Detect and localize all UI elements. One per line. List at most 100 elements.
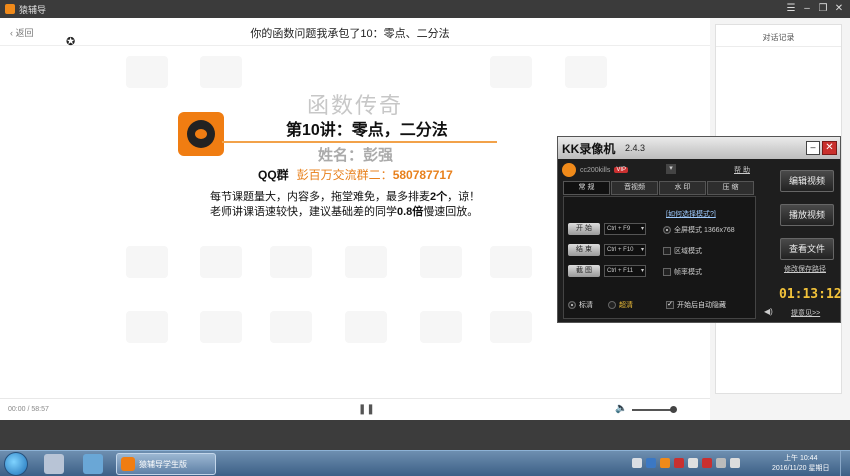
clock-date: 2016/11/20 星期日 — [772, 465, 830, 472]
kk-close-icon[interactable]: ✕ — [822, 141, 837, 155]
start-record-button[interactable]: 开 始 — [568, 223, 600, 235]
kk-username: cc200kills — [580, 166, 611, 174]
app-window: 猿辅导 ☰ – ❐ ✕ ‹ 返回 你的函数问题我承包了10：零点、二分法 ✪ 函… — [0, 0, 850, 476]
snapshot-row: 截 图 Ctrl + F11 — [568, 265, 646, 277]
watermark-icon — [565, 56, 607, 88]
chat-panel-title: 对话记录 — [716, 25, 841, 47]
system-tray — [632, 458, 740, 468]
edit-video-button[interactable]: 编辑视频 — [780, 170, 834, 192]
note-line-2: 老师讲课语速较快，建议基础差的同学0.8倍慢速回放。 — [210, 206, 479, 218]
start-hotkey-select[interactable]: Ctrl + F9 — [604, 223, 646, 235]
shield-icon[interactable] — [646, 458, 656, 468]
snapshot-button[interactable]: 截 图 — [568, 265, 600, 277]
watermark-icon — [490, 56, 532, 88]
quality-standard-label: 标清 — [579, 302, 593, 309]
taskbar-app-button[interactable]: 猿辅导学生版 — [116, 453, 216, 475]
mode-region-option[interactable]: 区域模式 — [663, 246, 702, 256]
watermark-icon — [200, 56, 242, 88]
watermark-icon — [270, 246, 312, 278]
show-desktop-button[interactable] — [840, 451, 850, 476]
window-controls: ☰ – ❐ ✕ — [784, 2, 850, 16]
volume-tray-icon[interactable] — [730, 458, 740, 468]
mode-region-checkbox[interactable] — [663, 247, 671, 255]
volume-knob[interactable] — [670, 406, 677, 413]
qq-number: 580787717 — [392, 168, 453, 182]
mode-full-option[interactable]: 全屏模式 1366x768 — [663, 225, 735, 235]
auto-hide-label: 开始后自动隐藏 — [677, 302, 726, 309]
menu-icon[interactable]: ☰ — [784, 2, 798, 16]
side-footer — [710, 398, 850, 420]
stop-row: 结 束 Ctrl + F10 — [568, 244, 646, 256]
kk-user[interactable]: cc200kills VIP — [562, 163, 629, 177]
alert-icon[interactable] — [674, 458, 684, 468]
mode-help-link[interactable]: [如何选择模式?] — [666, 209, 716, 219]
title-divider — [222, 141, 497, 143]
restore-icon[interactable]: ❐ — [816, 2, 830, 16]
watermark-icon — [345, 311, 387, 343]
taskbar-app-label: 猿辅导学生版 — [139, 459, 187, 469]
mode-frame-checkbox[interactable] — [663, 268, 671, 276]
volume-slider[interactable] — [632, 409, 674, 411]
lesson-header: ‹ 返回 你的函数问题我承包了10：零点、二分法 — [0, 18, 710, 46]
bottom-band — [0, 420, 850, 450]
kk-tray-icon[interactable] — [702, 458, 712, 468]
kk-help-link[interactable]: 帮 助 — [734, 165, 750, 175]
watermark-icon — [126, 246, 168, 278]
avatar — [562, 163, 576, 177]
tab-watermark[interactable]: 水 印 — [659, 181, 706, 195]
watermark-icon — [200, 246, 242, 278]
tab-compress[interactable]: 压 缩 — [707, 181, 754, 195]
mode-frame-option[interactable]: 帧率模式 — [663, 267, 702, 277]
volume-icon[interactable]: 🔈 — [615, 403, 627, 414]
quality-standard-option[interactable]: 标清 — [568, 300, 593, 310]
view-files-button[interactable]: 查看文件 — [780, 238, 834, 260]
lesson-title: 你的函数问题我承包了10：零点、二分法 — [250, 28, 450, 40]
explorer-icon[interactable] — [83, 454, 103, 474]
snapshot-hotkey-select[interactable]: Ctrl + F11 — [604, 265, 646, 277]
kk-titlebar[interactable]: KK录像机 2.4.3 – ✕ — [558, 137, 840, 159]
paint-icon[interactable] — [44, 454, 64, 474]
language-icon[interactable] — [632, 458, 642, 468]
quality-hd-radio[interactable] — [608, 301, 616, 309]
watermark-icon — [345, 246, 387, 278]
play-video-button[interactable]: 播放视频 — [780, 204, 834, 226]
kk-tabs: 常 规 音视频 水 印 压 缩 — [563, 181, 755, 195]
quality-hd-label: 超清 — [619, 302, 633, 309]
minimize-icon[interactable]: – — [800, 2, 814, 16]
qq-group-name: 彭百万交流群二： — [296, 168, 393, 182]
mode-region-label: 区域模式 — [674, 248, 702, 255]
chevron-down-icon[interactable]: ▾ — [666, 164, 676, 174]
tray-app-icon[interactable] — [660, 458, 670, 468]
note-line-1: 每节课题量大，内容多，拖堂难免，最多排麦2个，谅！ — [210, 191, 481, 203]
quality-hd-option[interactable]: 超清 — [608, 300, 633, 310]
player-controls: 00:00 / 58:57 ❚❚ 🔈 — [0, 398, 710, 420]
tab-general[interactable]: 常 规 — [563, 181, 610, 195]
qq-label: QQ群 — [258, 168, 289, 182]
speaker-icon[interactable]: ◀) — [764, 307, 773, 316]
mode-full-label: 全屏模式 1366x768 — [674, 227, 735, 234]
stop-hotkey-select[interactable]: Ctrl + F10 — [604, 244, 646, 256]
tab-audio-video[interactable]: 音视频 — [611, 181, 658, 195]
taskbar: 猿辅导学生版 上午 10:44 2016/11/20 星期日 — [0, 450, 850, 476]
change-path-link[interactable]: 修改保存路径 — [784, 264, 826, 274]
mode-frame-label: 帧率模式 — [674, 269, 702, 276]
stop-record-button[interactable]: 结 束 — [568, 244, 600, 256]
window-titlebar: 猿辅导 ☰ – ❐ ✕ — [0, 0, 850, 18]
close-icon[interactable]: ✕ — [832, 2, 846, 16]
taskbar-clock[interactable]: 上午 10:44 2016/11/20 星期日 — [772, 454, 829, 474]
mode-full-radio[interactable] — [663, 226, 671, 234]
record-timer: 01:13:12 — [779, 287, 842, 302]
pause-icon[interactable]: ❚❚ — [358, 404, 375, 415]
clock-time: 上午 10:44 — [784, 455, 818, 462]
kk-version: 2.4.3 — [625, 143, 646, 153]
start-button[interactable] — [4, 452, 28, 476]
feedback-link[interactable]: 提意见>> — [791, 308, 820, 318]
auto-hide-option[interactable]: ✓ 开始后自动隐藏 — [666, 300, 726, 310]
network-icon[interactable] — [688, 458, 698, 468]
watermark-icon — [126, 56, 168, 88]
teacher-name: 姓名：彭强 — [318, 147, 394, 164]
auto-hide-checkbox[interactable]: ✓ — [666, 301, 674, 309]
quality-standard-radio[interactable] — [568, 301, 576, 309]
flag-icon[interactable] — [716, 458, 726, 468]
kk-minimize-icon[interactable]: – — [806, 141, 820, 155]
